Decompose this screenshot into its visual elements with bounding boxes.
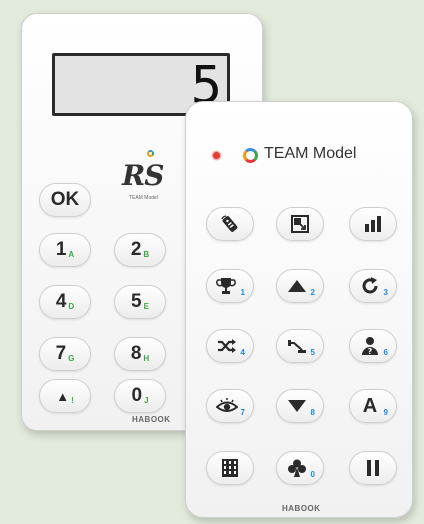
remote-button[interactable] — [206, 207, 254, 241]
up-button[interactable]: 2 — [276, 269, 324, 303]
key-4[interactable]: 4D — [39, 285, 91, 319]
letter-a-button[interactable]: A 9 — [349, 389, 397, 423]
grid-button[interactable] — [206, 451, 254, 485]
button-sub: 6 — [383, 348, 388, 357]
key-sub: G — [68, 353, 75, 363]
key-sub: J — [144, 395, 149, 405]
brand-label: HABOOK — [282, 504, 321, 513]
key-7[interactable]: 7G — [39, 337, 91, 371]
refresh-icon — [362, 277, 378, 294]
rs-logo: RS — [122, 159, 164, 192]
key-0[interactable]: 0J — [114, 379, 166, 413]
button-sub: 5 — [310, 348, 315, 357]
svg-text:?: ? — [368, 347, 373, 356]
button-sub: 8 — [310, 408, 315, 417]
key-5[interactable]: 5E — [114, 285, 166, 319]
pick-icon — [288, 340, 306, 353]
up-arrow-icon — [288, 280, 306, 292]
key-sub: ! — [71, 395, 74, 405]
eye-icon — [216, 398, 238, 412]
rs-logo-icon — [147, 150, 154, 157]
key-label: 5 — [131, 291, 142, 312]
club-button[interactable]: 0 — [276, 451, 324, 485]
key-label: 0 — [131, 385, 143, 406]
trophy-icon — [216, 278, 236, 294]
key-1[interactable]: 1A — [39, 233, 91, 267]
button-sub: 2 — [310, 288, 315, 297]
key-sub: H — [143, 353, 150, 363]
front-remote: TEAM Model 1 2 3 4 5 ? 6 7 8 A 9 0 HABOO… — [185, 101, 413, 518]
key-label: 1 — [55, 239, 67, 260]
shuffle-button[interactable]: 4 — [206, 329, 254, 363]
key-sub: E — [143, 301, 149, 311]
key-sub: A — [68, 249, 75, 259]
down-button[interactable]: 8 — [276, 389, 324, 423]
trophy-button[interactable]: 1 — [206, 269, 254, 303]
key-label: 8 — [130, 343, 142, 364]
key-up[interactable]: ▲! — [39, 379, 91, 413]
pause-button[interactable] — [349, 451, 397, 485]
status-led-icon — [213, 152, 220, 159]
ok-key[interactable]: OK — [39, 183, 91, 217]
key-label: ▲ — [56, 388, 70, 404]
letter-a-icon: A — [362, 394, 378, 417]
question-person-icon: ? — [362, 337, 378, 356]
button-sub: 4 — [240, 348, 245, 357]
question-button[interactable]: ? 6 — [349, 329, 397, 363]
remote-title: TEAM Model — [264, 145, 357, 162]
club-icon — [288, 459, 306, 477]
key-2[interactable]: 2B — [114, 233, 166, 267]
key-8[interactable]: 8H — [114, 337, 166, 371]
button-sub: 1 — [240, 288, 245, 297]
down-arrow-icon — [288, 400, 306, 412]
team-model-logo-icon — [243, 148, 258, 163]
pick-button[interactable]: 5 — [276, 329, 324, 363]
eye-button[interactable]: 7 — [206, 389, 254, 423]
button-sub: 0 — [310, 470, 315, 479]
shuffle-icon — [218, 339, 236, 353]
bar-chart-button[interactable] — [349, 207, 397, 241]
bar-chart-icon — [365, 216, 381, 232]
button-sub: 9 — [383, 408, 388, 417]
refresh-button[interactable]: 3 — [349, 269, 397, 303]
brand-label: HABOOK — [132, 415, 171, 424]
resize-icon — [291, 215, 309, 233]
key-sub: B — [143, 249, 150, 259]
key-label: 7 — [55, 343, 67, 364]
key-sub: D — [68, 301, 75, 311]
key-label: 4 — [55, 291, 67, 312]
key-label: OK — [50, 189, 80, 210]
grid-icon — [222, 459, 238, 477]
resize-button[interactable] — [276, 207, 324, 241]
button-sub: 3 — [383, 288, 388, 297]
button-sub: 7 — [240, 408, 245, 417]
remote-icon — [221, 215, 238, 232]
rs-logo-sub: TEAM Model — [129, 195, 158, 201]
key-label: 2 — [130, 239, 142, 260]
pause-icon — [367, 460, 379, 476]
